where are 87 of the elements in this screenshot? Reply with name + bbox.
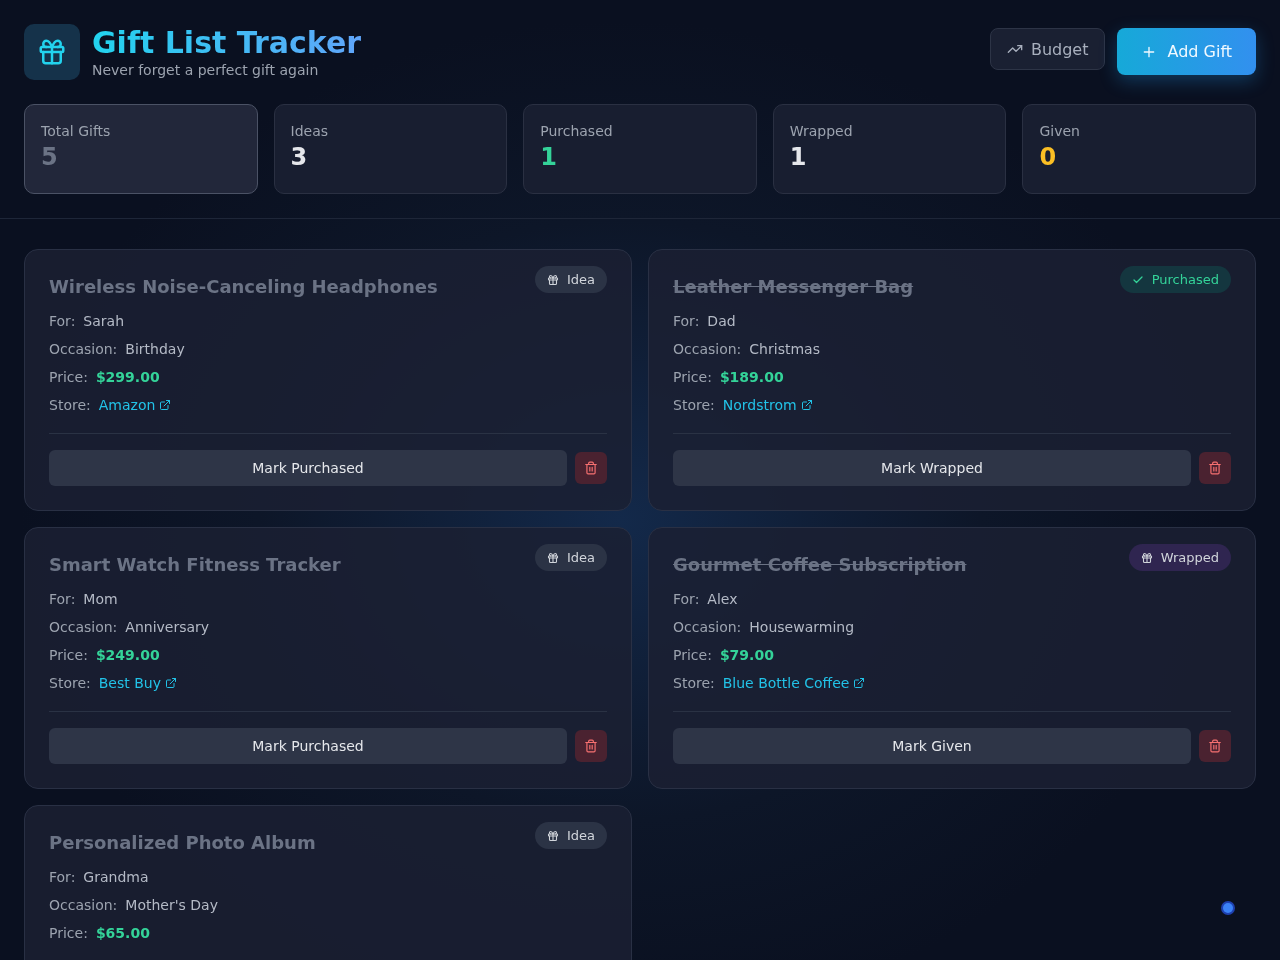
gift-title: Personalized Photo Album xyxy=(49,832,316,853)
stat-card[interactable]: Ideas 3 xyxy=(273,104,508,194)
detail-label: For: xyxy=(673,590,700,609)
gift-title: Leather Messenger Bag xyxy=(673,276,914,297)
gift-icon xyxy=(546,829,559,842)
external-link-icon xyxy=(164,677,177,689)
price-value: $65.00 xyxy=(95,924,150,943)
stat-value: 5 xyxy=(41,143,59,171)
store-link[interactable]: Nordstrom xyxy=(722,395,813,415)
delete-button[interactable] xyxy=(1199,730,1231,762)
price-value: $79.00 xyxy=(719,646,774,665)
mark-status-button[interactable]: Mark Given xyxy=(673,728,1191,764)
stat-label: Purchased xyxy=(540,123,614,139)
trash-icon xyxy=(584,739,598,753)
detail-value: Sarah xyxy=(83,312,125,331)
price-value: $189.00 xyxy=(719,368,784,387)
app-subtitle: Never forget a perfect gift again xyxy=(92,62,320,78)
trash-icon xyxy=(1208,739,1222,753)
detail-label: Price: xyxy=(49,646,88,665)
detail-value: Birthday xyxy=(125,340,185,359)
gift-icon xyxy=(546,273,559,286)
gift-title: Smart Watch Fitness Tracker xyxy=(49,554,341,575)
stat-card[interactable]: Total Gifts 5 xyxy=(24,104,258,194)
detail-label: Price: xyxy=(49,368,88,387)
store-link[interactable]: Amazon xyxy=(98,395,172,415)
detail-label: Occasion: xyxy=(673,340,742,359)
detail-label: For: xyxy=(49,312,76,331)
detail-value: Housewarming xyxy=(749,618,855,637)
stat-label: Given xyxy=(1039,123,1081,139)
mark-status-button[interactable]: Mark Purchased xyxy=(49,450,567,486)
external-link-icon xyxy=(800,399,813,411)
detail-label: Price: xyxy=(49,924,88,943)
stat-value: 0 xyxy=(1039,143,1058,171)
detail-label: For: xyxy=(49,868,76,887)
gift-icon xyxy=(1140,551,1153,564)
gift-icon xyxy=(546,551,559,564)
detail-value: Alex xyxy=(707,590,738,609)
detail-label: Occasion: xyxy=(49,618,118,637)
delete-button[interactable] xyxy=(1199,452,1231,484)
stat-card[interactable]: Given 0 xyxy=(1022,104,1256,194)
stat-card[interactable]: Wrapped 1 xyxy=(772,104,1007,194)
detail-value: Grandma xyxy=(83,868,149,887)
detail-value: Christmas xyxy=(749,340,820,359)
trash-icon xyxy=(584,461,598,475)
gift-title: Gourmet Coffee Subscription xyxy=(673,554,967,575)
stat-value: 1 xyxy=(540,143,558,171)
detail-value: Mother's Day xyxy=(125,896,218,915)
detail-value: Dad xyxy=(707,312,736,331)
detail-value: Mom xyxy=(83,590,118,609)
detail-label: Store: xyxy=(673,674,715,693)
stat-card[interactable]: Purchased 1 xyxy=(523,104,757,194)
status-badge: Idea xyxy=(534,266,607,293)
detail-label: Store: xyxy=(49,674,91,693)
delete-button[interactable] xyxy=(575,730,607,762)
detail-value: Anniversary xyxy=(125,618,210,637)
budget-button[interactable]: Budget xyxy=(989,28,1106,70)
mark-status-button[interactable]: Mark Purchased xyxy=(49,728,567,764)
detail-label: For: xyxy=(673,312,700,331)
status-badge: Idea xyxy=(534,544,607,571)
mark-status-button[interactable]: Mark Wrapped xyxy=(673,450,1191,486)
stat-value: 3 xyxy=(290,143,309,171)
status-badge: Purchased xyxy=(1119,266,1231,293)
status-badge: Wrapped xyxy=(1128,544,1231,571)
price-value: $249.00 xyxy=(95,646,160,665)
external-link-icon xyxy=(853,677,866,689)
detail-label: Price: xyxy=(673,368,712,387)
gift-title: Wireless Noise-Canceling Headphones xyxy=(49,276,438,297)
detail-label: Store: xyxy=(673,396,715,415)
stat-label: Ideas xyxy=(290,123,330,139)
price-value: $299.00 xyxy=(95,368,160,387)
delete-button[interactable] xyxy=(575,452,607,484)
detail-label: For: xyxy=(49,590,76,609)
detail-label: Price: xyxy=(673,646,712,665)
stat-value: 1 xyxy=(789,143,808,171)
detail-label: Occasion: xyxy=(673,618,742,637)
indicator-dot xyxy=(1223,903,1233,913)
store-link[interactable]: Best Buy xyxy=(98,673,177,693)
store-link[interactable]: Blue Bottle Coffee xyxy=(722,673,866,693)
external-link-icon xyxy=(159,399,172,411)
gift-icon xyxy=(24,24,80,80)
detail-label: Occasion: xyxy=(49,340,118,359)
stat-label: Total Gifts xyxy=(41,123,112,139)
detail-label: Store: xyxy=(49,396,91,415)
status-badge: Idea xyxy=(534,822,607,849)
detail-label: Occasion: xyxy=(49,896,118,915)
stat-label: Wrapped xyxy=(789,123,854,139)
trash-icon xyxy=(1208,461,1222,475)
